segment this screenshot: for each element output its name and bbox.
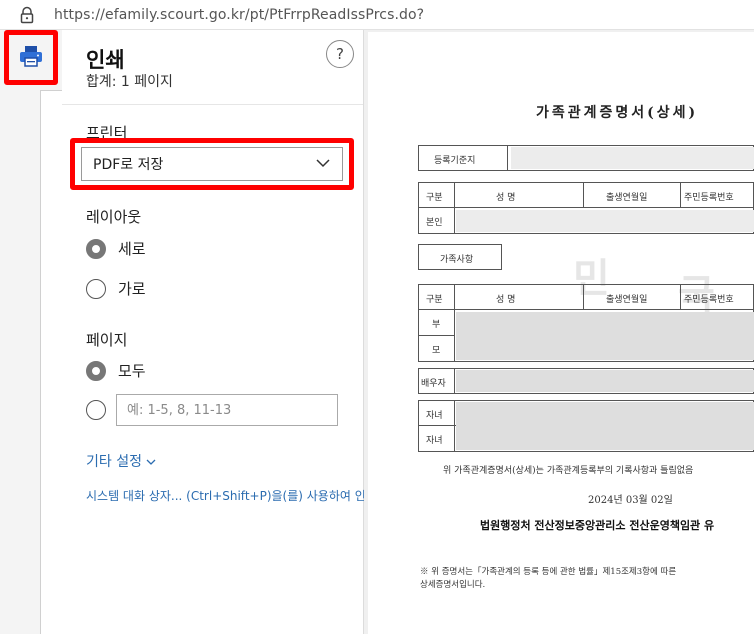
page-edge (40, 90, 62, 634)
url-text: https://efamily.scourt.go.kr/pt/PtFrrpRe… (54, 6, 425, 23)
dialog-title: 인쇄 (86, 48, 125, 72)
issue-date: 2024년 03월 02일 (588, 495, 673, 506)
col-divider (454, 368, 455, 394)
printer-select-highlight: PDF로 저장 (70, 138, 354, 190)
left-toolbar (0, 30, 62, 634)
header-cell: 성 명 (496, 193, 516, 203)
more-settings-label: 기타 설정 (86, 454, 142, 470)
help-button[interactable]: ? (326, 40, 354, 68)
col-divider (454, 400, 455, 452)
col-divider (680, 284, 681, 310)
redacted-area (456, 402, 754, 450)
layout-option-label: 세로 (118, 240, 146, 258)
pages-option-all[interactable]: 모두 (86, 360, 146, 381)
redacted-area (456, 210, 754, 232)
chevron-down-icon (316, 156, 330, 172)
redacted-area (456, 370, 754, 392)
preview-page: 민 국 가족관계증명서(상세) 등록기준지 구분 성 명 출생연월일 주민등록번… (368, 32, 754, 634)
self-label: 본인 (426, 218, 443, 228)
radio-all-pages[interactable] (86, 360, 106, 381)
header-cell: 구분 (426, 295, 443, 305)
print-button[interactable] (4, 30, 58, 85)
page-count: 합계: 1 페이지 (86, 74, 173, 90)
child-row-label: 자녀 (426, 411, 443, 421)
note-line: 상세증명서입니다. (420, 580, 486, 590)
certification-statement: 위 가족관계증명서(상세)는 가족관계등록부의 기록사항과 틀림없음 (443, 466, 694, 476)
col-divider (680, 182, 681, 208)
redacted-area (456, 312, 754, 360)
layout-option-landscape[interactable]: 가로 (86, 278, 146, 299)
printer-selected-value: PDF로 저장 (93, 157, 164, 173)
print-dialog: 인쇄 합계: 1 페이지 ? 프린터 PDF로 저장 레이아웃 세로 가로 페이… (62, 30, 364, 634)
layout-option-label: 가로 (118, 280, 146, 298)
printer-select[interactable]: PDF로 저장 (81, 147, 343, 181)
radio-portrait[interactable] (86, 238, 106, 259)
col-divider (454, 284, 455, 362)
issuer-name: 법원행정처 전산정보중앙관리소 전산운영책임관 유 (480, 519, 715, 532)
page-range-input[interactable] (116, 394, 338, 426)
divider (62, 104, 363, 105)
radio-page-range[interactable] (86, 400, 106, 420)
header-cell: 성 명 (496, 295, 516, 305)
child-row-label: 자녀 (426, 436, 443, 446)
address-bar[interactable]: https://efamily.scourt.go.kr/pt/PtFrrpRe… (0, 0, 754, 30)
pages-option-label: 모두 (118, 362, 146, 380)
note-line: ※ 위 증명서는「가족관계의 등록 등에 관한 법률」제15조제3항에 따른 (420, 567, 677, 577)
family-row-label: 부 (432, 320, 441, 330)
col-divider (583, 182, 584, 208)
chevron-down-icon (146, 454, 156, 470)
redacted-area (511, 147, 754, 169)
lock-icon (18, 6, 36, 24)
family-section-label: 가족사항 (440, 255, 474, 265)
layout-label: 레이아웃 (86, 208, 142, 226)
document-title: 가족관계증명서(상세) (536, 105, 699, 121)
printer-icon (18, 43, 44, 73)
more-settings-link[interactable]: 기타 설정 (86, 451, 156, 471)
header-cell: 구분 (426, 193, 443, 203)
header-cell: 출생연월일 (606, 295, 648, 305)
print-preview[interactable]: 민 국 가족관계증명서(상세) 등록기준지 구분 성 명 출생연월일 주민등록번… (364, 30, 754, 634)
spouse-label: 배우자 (421, 379, 446, 389)
help-icon: ? (336, 45, 344, 63)
reg-base-label: 등록기준지 (434, 156, 476, 166)
header-cell: 출생연월일 (606, 193, 648, 203)
layout-option-portrait[interactable]: 세로 (86, 238, 146, 259)
system-dialog-link[interactable]: 시스템 대화 상자... (Ctrl+Shift+P)을(를) 사용하여 인 (86, 487, 364, 504)
col-divider (583, 284, 584, 310)
header-cell: 주민등록번호 (684, 193, 734, 203)
family-row-label: 모 (432, 346, 441, 356)
pages-option-range[interactable] (86, 400, 118, 420)
radio-landscape[interactable] (86, 278, 106, 299)
col-divider (454, 182, 455, 234)
pages-label: 페이지 (86, 331, 128, 349)
header-cell: 주민등록번호 (684, 295, 734, 305)
